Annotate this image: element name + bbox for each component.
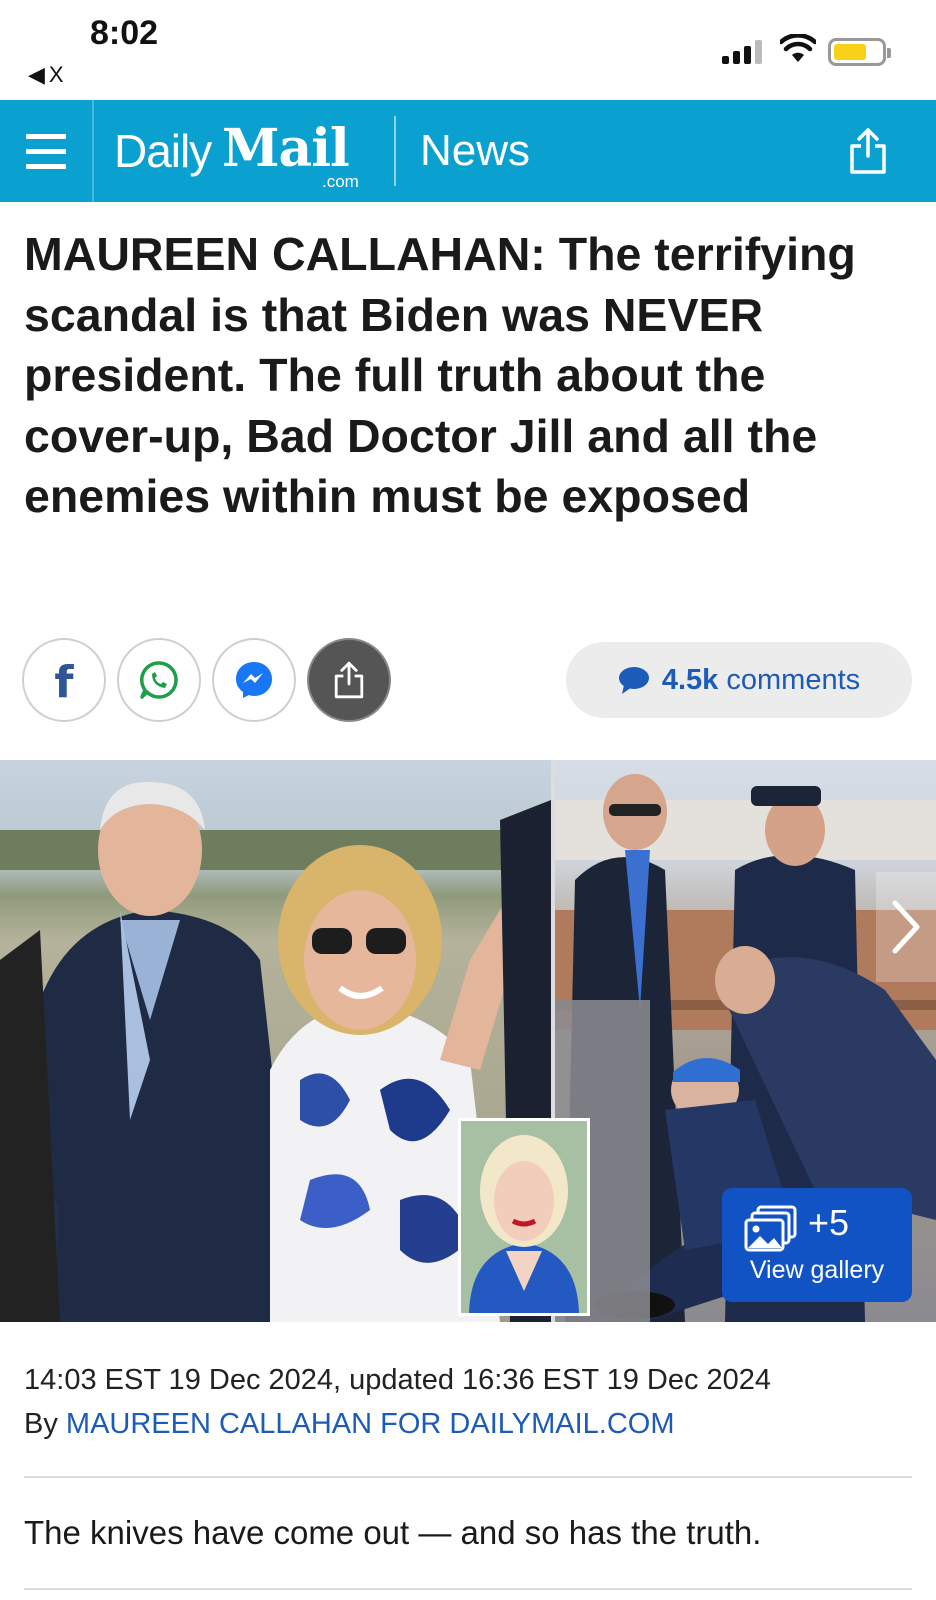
social-share-row: f [22, 638, 391, 722]
share-icon[interactable] [846, 126, 890, 176]
whatsapp-icon [140, 661, 178, 699]
status-bar: 8:02 ◀ X [0, 0, 936, 100]
byline-prefix: By [24, 1408, 58, 1440]
header-divider [394, 116, 396, 186]
back-to-app[interactable]: ◀ X [28, 62, 64, 88]
view-gallery-button[interactable]: +5 View gallery [722, 1188, 912, 1302]
logo-daily-text: Daily [114, 125, 212, 177]
article-meta: 14:03 EST 19 Dec 2024, updated 16:36 EST… [24, 1358, 771, 1446]
dailymail-logo[interactable]: Daily Mail .com [114, 100, 384, 202]
comments-label: comments [726, 663, 861, 696]
back-arrow-icon: ◀ [28, 62, 45, 87]
comments-button[interactable]: 4.5k comments [566, 642, 912, 718]
share-icon [334, 661, 364, 699]
facebook-icon: f [54, 656, 74, 708]
comment-bubble-icon [618, 667, 649, 694]
messenger-icon [236, 662, 272, 698]
whatsapp-share-button[interactable] [117, 638, 201, 722]
more-share-button[interactable] [307, 638, 391, 722]
article-lead-paragraph: The knives have come out — and so has th… [24, 1514, 762, 1551]
status-time: 8:02 [90, 14, 159, 52]
cellular-signal-icon [722, 40, 762, 64]
article-headline: MAUREEN CALLAHAN: The terrifying scandal… [24, 228, 856, 522]
back-app-label: X [48, 62, 64, 87]
section-link-news[interactable]: News [420, 126, 530, 176]
facebook-share-button[interactable]: f [22, 638, 106, 722]
view-gallery-label: View gallery [749, 1256, 885, 1284]
comments-count: 4.5k [661, 663, 719, 696]
wifi-icon [780, 34, 816, 62]
gallery-next-button[interactable] [876, 872, 936, 982]
logo-mail-text: Mail [222, 118, 350, 179]
hamburger-menu-icon[interactable] [0, 100, 94, 202]
messenger-share-button[interactable] [212, 638, 296, 722]
chevron-right-icon [892, 900, 920, 954]
author-portrait-photo [458, 1118, 590, 1316]
article-byline: By MAUREEN CALLAHAN FOR DAILYMAIL.COM [24, 1402, 771, 1446]
gallery-extra-count: +5 [808, 1202, 850, 1243]
divider [24, 1588, 912, 1590]
author-portrait-illustration [461, 1121, 587, 1313]
site-header: Daily Mail .com News [0, 100, 936, 202]
byline-author-link[interactable]: MAUREEN CALLAHAN FOR DAILYMAIL.COM [66, 1408, 675, 1440]
battery-icon [828, 38, 891, 66]
photo-stack-icon [744, 1205, 797, 1252]
divider [24, 1476, 912, 1478]
article-gallery[interactable]: +5 View gallery [0, 760, 936, 1322]
logo-com-text: .com [322, 172, 359, 191]
article-timestamp: 14:03 EST 19 Dec 2024, updated 16:36 EST… [24, 1364, 772, 1396]
